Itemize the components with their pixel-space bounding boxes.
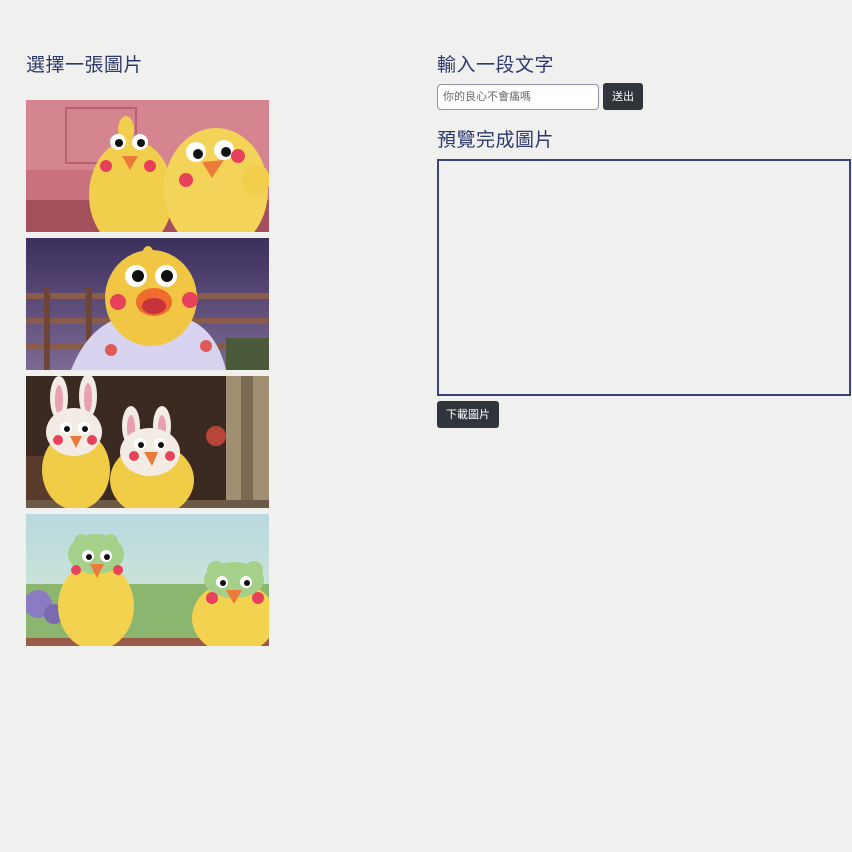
choose-image-heading: 選擇一張圖片 xyxy=(26,54,144,76)
chick-image-3 xyxy=(26,376,269,508)
preview-heading: 預覽完成圖片 xyxy=(437,129,555,151)
gallery-image-1[interactable] xyxy=(26,100,269,232)
gallery-image-2[interactable] xyxy=(26,238,269,370)
enter-text-heading: 輸入一段文字 xyxy=(437,54,555,76)
gallery-image-4[interactable] xyxy=(26,514,269,646)
text-input-row: 送出 xyxy=(437,83,852,110)
chick-image-2 xyxy=(26,238,269,370)
download-image-button[interactable]: 下載圖片 xyxy=(437,401,499,428)
image-gallery xyxy=(26,100,269,646)
chick-image-1 xyxy=(26,100,269,232)
chick-image-4 xyxy=(26,514,269,646)
gallery-image-3[interactable] xyxy=(26,376,269,508)
send-button[interactable]: 送出 xyxy=(603,83,643,110)
image-picker-panel: 選擇一張圖片 xyxy=(26,52,269,646)
caption-text-input[interactable] xyxy=(437,83,599,110)
preview-canvas xyxy=(437,159,851,396)
text-editor-panel: 輸入一段文字 送出 預覽完成圖片 下載圖片 xyxy=(437,52,852,428)
